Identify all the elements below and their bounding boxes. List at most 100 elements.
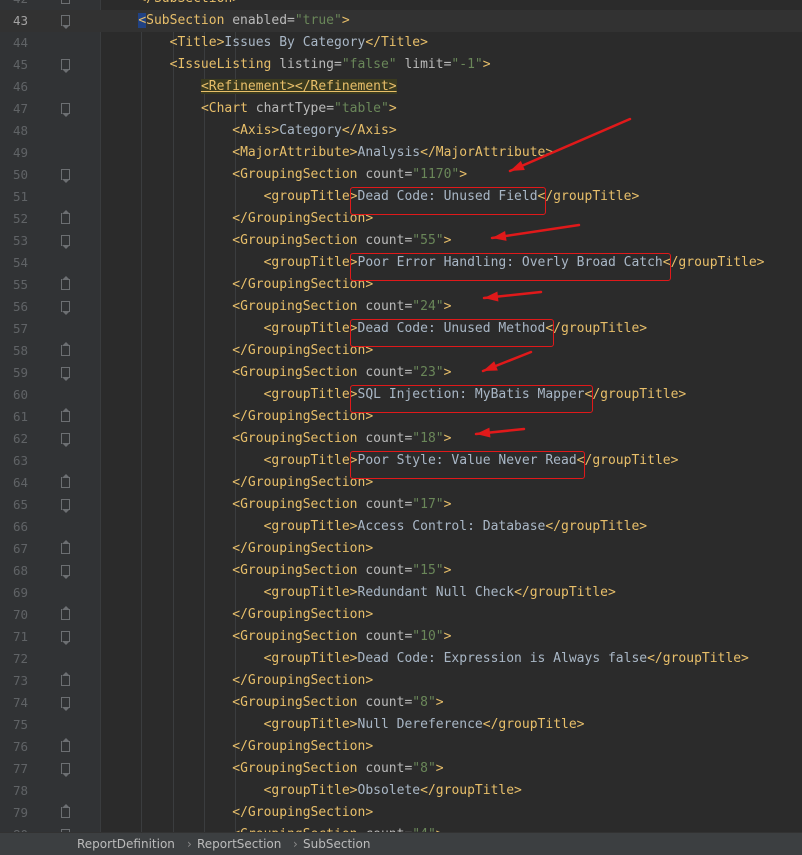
breadcrumb-item[interactable]: SubSection — [303, 833, 370, 855]
code-line[interactable]: 79 </GroupingSection> — [0, 802, 802, 824]
breadcrumb-item[interactable]: ReportSection — [197, 833, 281, 855]
code-token: count= — [365, 761, 413, 776]
code-token: </GroupingSection> — [232, 607, 374, 622]
code-text[interactable]: <GroupingSection count="23"> — [232, 362, 451, 384]
code-text[interactable]: <GroupingSection count="15"> — [232, 560, 451, 582]
code-line[interactable]: 45 <IssueListing listing="false" limit="-… — [0, 54, 802, 76]
code-text[interactable]: <Refinement></Refinement> — [200, 76, 397, 98]
code-line[interactable]: 75 <groupTitle>Null Dereference</groupTit… — [0, 714, 802, 736]
fold-end-icon[interactable] — [61, 606, 70, 620]
code-line[interactable]: 66 <groupTitle>Access Control: Database</… — [0, 516, 802, 538]
fold-end-icon[interactable] — [61, 804, 70, 818]
code-text[interactable]: <GroupingSection count="1170"> — [232, 164, 467, 186]
code-text[interactable]: </GroupingSection> — [232, 802, 373, 824]
fold-collapse-icon[interactable] — [61, 499, 70, 513]
code-text[interactable]: <Axis>Category</Axis> — [232, 120, 396, 142]
code-text[interactable]: <GroupingSection count="17"> — [232, 494, 451, 516]
fold-collapse-icon[interactable] — [61, 433, 70, 447]
code-line[interactable]: 71 <GroupingSection count="10"> — [0, 626, 802, 648]
code-text[interactable]: </GroupingSection> — [232, 604, 373, 626]
fold-end-icon[interactable] — [61, 342, 70, 356]
code-line[interactable]: 50 <GroupingSection count="1170"> — [0, 164, 802, 186]
code-text[interactable]: <Chart chartType="table"> — [201, 98, 397, 120]
code-line[interactable]: 77 <GroupingSection count="8"> — [0, 758, 802, 780]
code-text[interactable]: <Title>Issues By Category</Title> — [170, 32, 428, 54]
code-text[interactable]: </GroupingSection> — [232, 538, 373, 560]
code-line[interactable]: 46 <Refinement></Refinement> — [0, 76, 802, 98]
fold-collapse-icon[interactable] — [61, 565, 70, 579]
code-text[interactable]: <groupTitle>Null Dereference</groupTitle… — [264, 714, 585, 736]
fold-collapse-icon[interactable] — [61, 367, 70, 381]
fold-end-icon[interactable] — [61, 0, 70, 4]
code-token: <IssueListing — [169, 57, 280, 72]
code-text[interactable]: </GroupingSection> — [232, 670, 373, 692]
fold-collapse-icon[interactable] — [61, 169, 70, 183]
fold-collapse-icon[interactable] — [61, 301, 70, 315]
code-text[interactable]: <MajorAttribute>Analysis</MajorAttribute… — [232, 142, 553, 164]
code-line[interactable]: 59 <GroupingSection count="23"> — [0, 362, 802, 384]
line-number: 60 — [12, 387, 28, 402]
code-text[interactable]: <groupTitle>Access Control: Database</gr… — [264, 516, 648, 538]
breadcrumb-item[interactable]: ReportDefinition — [77, 833, 175, 855]
fold-collapse-icon[interactable] — [61, 59, 70, 73]
fold-end-icon[interactable] — [61, 738, 70, 752]
fold-end-icon[interactable] — [61, 210, 70, 224]
code-text[interactable]: <groupTitle>Obsolete</groupTitle> — [264, 780, 522, 802]
code-line[interactable]: 56 <GroupingSection count="24"> — [0, 296, 802, 318]
code-line[interactable]: 42 </SubSection> — [0, 0, 802, 10]
code-text[interactable]: <GroupingSection count="24"> — [232, 296, 451, 318]
line-number: 75 — [12, 717, 28, 732]
fold-end-icon[interactable] — [61, 408, 70, 422]
code-text[interactable]: </GroupingSection> — [232, 736, 373, 758]
code-line[interactable]: 70 </GroupingSection> — [0, 604, 802, 626]
code-text[interactable]: </SubSection> — [138, 0, 240, 10]
code-text[interactable]: <GroupingSection count="18"> — [232, 428, 451, 450]
code-line[interactable]: 68 <GroupingSection count="15"> — [0, 560, 802, 582]
code-line[interactable]: 43 <SubSection enabled="true"> — [0, 10, 802, 32]
fold-collapse-icon[interactable] — [61, 235, 70, 249]
code-line[interactable]: 74 <GroupingSection count="8"> — [0, 692, 802, 714]
code-line[interactable]: 67 </GroupingSection> — [0, 538, 802, 560]
code-token: "17" — [412, 497, 444, 512]
fold-end-icon[interactable] — [61, 672, 70, 686]
fold-end-icon[interactable] — [61, 474, 70, 488]
code-text[interactable]: <GroupingSection count="55"> — [232, 230, 451, 252]
code-text[interactable]: <IssueListing listing="false" limit="-1"… — [170, 54, 491, 76]
fold-collapse-icon[interactable] — [61, 697, 70, 711]
fold-collapse-icon[interactable] — [61, 103, 70, 117]
code-line[interactable]: 78 <groupTitle>Obsolete</groupTitle> — [0, 780, 802, 802]
fold-end-icon[interactable] — [61, 540, 70, 554]
code-line[interactable]: 65 <GroupingSection count="17"> — [0, 494, 802, 516]
code-text[interactable]: <GroupingSection count="8"> — [232, 692, 443, 714]
breadcrumb: ReportDefinition › ReportSection › SubSectio… — [0, 832, 802, 855]
code-text[interactable]: <SubSection enabled="true"> — [138, 10, 350, 32]
fold-collapse-icon[interactable] — [61, 763, 70, 777]
code-token: count= — [365, 629, 413, 644]
code-token: Dead Code: Expression is Always false — [357, 651, 648, 666]
fold-end-icon[interactable] — [61, 276, 70, 290]
code-text[interactable]: <groupTitle>Dead Code: Expression is Alw… — [264, 648, 749, 670]
fold-collapse-icon[interactable] — [61, 631, 70, 645]
code-line[interactable]: 73 </GroupingSection> — [0, 670, 802, 692]
code-token: </groupTitle> — [647, 651, 749, 666]
code-line[interactable]: 53 <GroupingSection count="55"> — [0, 230, 802, 252]
fold-collapse-icon[interactable] — [61, 15, 70, 29]
code-line[interactable]: 62 <GroupingSection count="18"> — [0, 428, 802, 450]
code-token: Obsolete — [357, 783, 421, 798]
code-token: > — [443, 497, 452, 512]
line-number: 76 — [12, 739, 28, 754]
code-line[interactable]: 76 </GroupingSection> — [0, 736, 802, 758]
code-text[interactable]: <GroupingSection count="10"> — [232, 626, 451, 648]
code-text[interactable]: <groupTitle>Redundant Null Check</groupT… — [264, 582, 616, 604]
code-editor[interactable]: 42 </SubSection> 43 <SubSection enabled="tr… — [0, 0, 802, 846]
code-line[interactable]: 44 <Title>Issues By Category</Title> — [0, 32, 802, 54]
code-line[interactable]: 49 <MajorAttribute>Analysis</MajorAttribu… — [0, 142, 802, 164]
code-text[interactable]: <GroupingSection count="8"> — [232, 758, 443, 780]
code-line[interactable]: 48 <Axis>Category</Axis> — [0, 120, 802, 142]
code-line[interactable]: 69 <groupTitle>Redundant Null Check</grou… — [0, 582, 802, 604]
code-token: > — [482, 57, 491, 72]
code-token: </groupTitle> — [662, 255, 765, 270]
code-line[interactable]: 72 <groupTitle>Dead Code: Expression is A… — [0, 648, 802, 670]
line-number: 42 — [0, 0, 28, 10]
code-line[interactable]: 47 <Chart chartType="table"> — [0, 98, 802, 120]
